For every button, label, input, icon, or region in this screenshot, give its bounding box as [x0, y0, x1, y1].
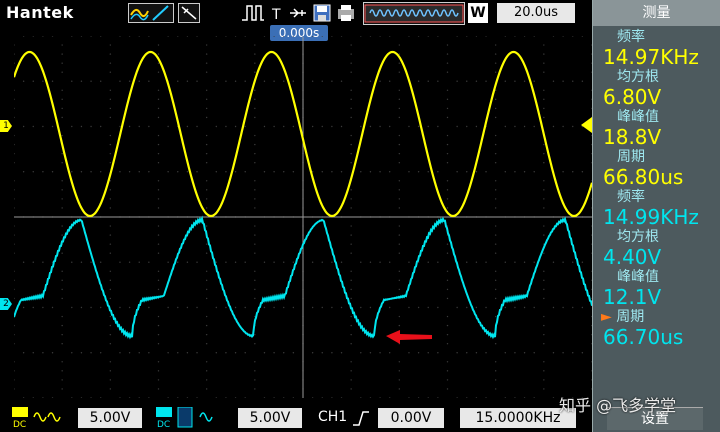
- selection-pointer-icon: ►: [601, 309, 612, 325]
- ch1-frequency-value: 14.97KHz: [603, 45, 699, 69]
- svg-text:DC: DC: [13, 420, 26, 429]
- ch1-ground-marker[interactable]: 1: [0, 120, 12, 132]
- oscilloscope-display: Hantek T W 20.0us 0.000s 1 2 测量 频率 14.97…: [0, 0, 720, 432]
- ch1-rms-label: 均方根: [617, 69, 659, 85]
- ch2-period-label: ► 周期: [593, 308, 720, 326]
- ch2-period-value: 66.70us: [603, 325, 684, 349]
- timebase-readout[interactable]: 20.0us: [497, 3, 575, 23]
- annotation-arrow: [386, 330, 432, 344]
- ch2-peak-to-peak-label: 峰峰值: [617, 269, 659, 285]
- waveform-overview[interactable]: [363, 2, 465, 25]
- svg-text:DC: DC: [157, 420, 170, 429]
- watermark: 知乎 @飞多学堂: [559, 396, 677, 415]
- ch1-period-value: 66.80us: [603, 165, 684, 189]
- ch1-frequency-label: 频率: [617, 29, 645, 45]
- ch2-rms-value: 4.40V: [603, 245, 662, 269]
- panel-title: 测量: [593, 0, 720, 26]
- display-icon[interactable]: [178, 3, 200, 23]
- trigger-source-label[interactable]: CH1: [318, 409, 347, 425]
- window-mode-badge[interactable]: W: [468, 3, 488, 23]
- ch1-coupling-icon[interactable]: DC: [12, 407, 72, 429]
- usb-icon: [288, 3, 308, 23]
- ch2-peak-to-peak-value: 12.1V: [603, 285, 662, 309]
- ch2-marker-label: 2: [3, 299, 9, 309]
- trigger-level-marker[interactable]: [579, 117, 593, 133]
- ch1-peak-to-peak-label: 峰峰值: [617, 109, 659, 125]
- trigger-type-icon[interactable]: [240, 3, 266, 23]
- ch1-peak-to-peak-value: 18.8V: [603, 125, 662, 149]
- svg-text:T: T: [271, 7, 281, 23]
- ch1-period-label: 周期: [617, 149, 645, 165]
- acquire-mode-icon[interactable]: [128, 3, 174, 23]
- ch2-volts-div[interactable]: 5.00V: [238, 408, 302, 428]
- save-icon[interactable]: [312, 3, 332, 23]
- ch1-rms-value: 6.80V: [603, 85, 662, 109]
- trigger-status-icon: T: [270, 3, 284, 23]
- rising-edge-icon[interactable]: [352, 409, 370, 427]
- measurement-panel: 测量 频率 14.97KHz 均方根 6.80V 峰峰值 18.8V 周期 66…: [592, 0, 720, 432]
- ch2-coupling-icon[interactable]: DC: [156, 407, 226, 429]
- ch2-rms-label: 均方根: [617, 229, 659, 245]
- print-icon[interactable]: [336, 3, 356, 23]
- ch2-frequency-value: 14.99KHz: [603, 205, 699, 229]
- ch2-ground-marker[interactable]: 2: [0, 298, 12, 310]
- trigger-level-readout[interactable]: 0.00V: [378, 408, 444, 428]
- ch1-volts-div[interactable]: 5.00V: [78, 408, 142, 428]
- bottom-status-bar: DC 5.00V DC 5.00V CH1 0.00V 15.0000KHz: [0, 404, 592, 432]
- ch2-period-label-text: 周期: [616, 309, 645, 325]
- brand-logo: Hantek: [6, 3, 74, 22]
- ch1-marker-label: 1: [3, 121, 9, 131]
- trigger-position-marker: [302, 36, 304, 37]
- top-status-bar: Hantek T W 20.0us: [0, 0, 592, 26]
- waveform-screen[interactable]: [14, 36, 592, 398]
- ch2-frequency-label: 频率: [617, 189, 645, 205]
